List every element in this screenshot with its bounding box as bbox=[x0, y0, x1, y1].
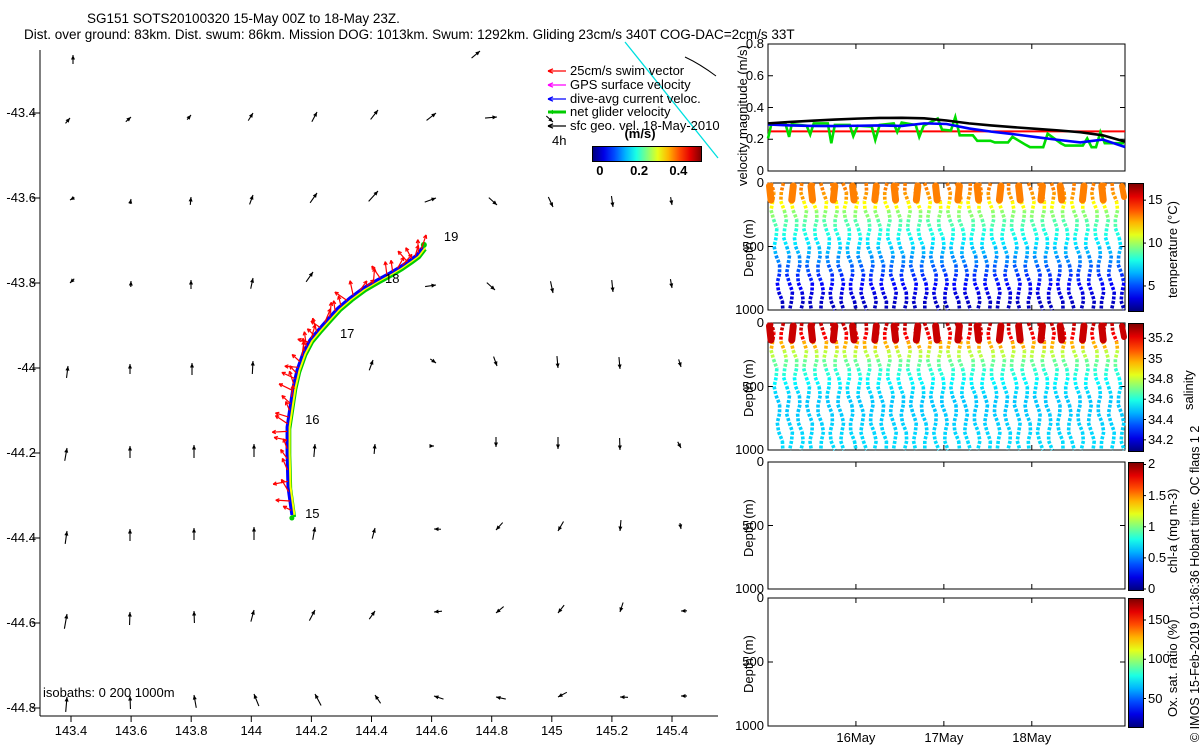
figure-title: SG151 SOTS20100320 15-May 00Z to 18-May … bbox=[87, 11, 400, 26]
map-y-tick-label: -44.4 bbox=[6, 530, 36, 545]
velocity-series bbox=[766, 112, 1126, 149]
velocity-ylabel: velocity magnitude (m/s) bbox=[735, 45, 750, 186]
legend-entry: net glider velocity bbox=[570, 104, 671, 119]
temperature-colorbar-tick: 5 bbox=[1148, 277, 1156, 293]
map-y-tick-label: -43.4 bbox=[6, 105, 36, 120]
salinity-colorbar-tick: 34.8 bbox=[1148, 370, 1174, 386]
depth-ylabel: Depth (m) bbox=[741, 219, 756, 277]
map-x-tick-label: 143.8 bbox=[174, 723, 208, 738]
depth-ylabel: Depth (m) bbox=[741, 635, 756, 693]
track-start-marker bbox=[289, 515, 295, 521]
legend-entry: GPS surface velocity bbox=[570, 77, 691, 92]
oxygen-panel bbox=[767, 597, 1126, 727]
map-x-tick-label: 145.4 bbox=[655, 723, 689, 738]
map-x-tick-label: 143.6 bbox=[114, 723, 148, 738]
salinity-colorbar-tick: 35 bbox=[1148, 350, 1163, 366]
chl-colorbar-tick: 1.5 bbox=[1148, 487, 1167, 503]
seaglider-mission-figure: SG151 SOTS20100320 15-May 00Z to 18-May … bbox=[0, 0, 1200, 750]
velocity-panel bbox=[767, 43, 1126, 172]
track-day-label: 19 bbox=[443, 229, 459, 245]
depth-ylabel: Depth (m) bbox=[741, 359, 756, 417]
map-y-tick-label: -43.8 bbox=[6, 275, 36, 290]
velocity-colorbar-tick: 0 bbox=[596, 163, 604, 178]
oxygen-colorbar-label: Ox. sat. ratio (%) bbox=[1165, 619, 1180, 717]
salinity-colorbar-tick: 34.4 bbox=[1148, 411, 1174, 427]
velocity-colorbar-tick: 0.2 bbox=[630, 163, 649, 178]
salinity-colorbar-tick: 34.2 bbox=[1148, 431, 1174, 447]
net-glider-velocity-trackline bbox=[286, 247, 427, 518]
track-day-label: 16 bbox=[305, 411, 320, 427]
depth-tick-label: 0 bbox=[756, 454, 764, 469]
chl-colorbar-tick: 1 bbox=[1148, 518, 1156, 534]
imos-watermark: © IMOS 15-Feb-2019 01:36:36 Hobart time.… bbox=[1188, 426, 1200, 742]
oxygen-colorbar bbox=[1128, 598, 1144, 728]
map-y-tick-label: -44.2 bbox=[6, 445, 36, 460]
map-y-tick-label: -44.6 bbox=[6, 615, 36, 630]
temperature-colorbar-tick: 15 bbox=[1148, 192, 1163, 208]
depth-ylabel: Depth (m) bbox=[741, 499, 756, 557]
velocity-colorbar-tick: 0.4 bbox=[669, 163, 688, 178]
isobath-contour bbox=[684, 56, 717, 77]
dive-avg-current-trackline bbox=[285, 245, 425, 516]
oxygen-colorbar-tick: 50 bbox=[1148, 690, 1163, 706]
chl-panel bbox=[767, 461, 1126, 590]
map-x-tick-label: 145 bbox=[540, 723, 563, 738]
chl-colorbar-tick: 2 bbox=[1148, 456, 1156, 472]
temperature-colorbar-tick: 10 bbox=[1148, 235, 1163, 251]
depth-tick-label: 0 bbox=[756, 590, 764, 605]
chl-colorbar-tick: 0 bbox=[1148, 581, 1156, 596]
map-x-tick-label: 144.4 bbox=[355, 723, 388, 738]
legend-entry: 25cm/s swim vector bbox=[570, 63, 685, 78]
track-day-label: 18 bbox=[385, 271, 400, 287]
chl-colorbar-label: chl-a (mg m-3) bbox=[1165, 488, 1180, 573]
map-x-tick-label: 144.8 bbox=[475, 723, 508, 738]
salinity-colorbar bbox=[1128, 323, 1144, 452]
chl-colorbar-tick: 0.5 bbox=[1148, 549, 1167, 565]
salinity-colorbar-tick: 34.6 bbox=[1148, 391, 1174, 407]
salinity-colorbar-label: salinity bbox=[1181, 370, 1196, 410]
map-y-tick-label: -44.8 bbox=[6, 700, 36, 715]
velocity-colorbar bbox=[592, 146, 702, 162]
map-y-tick-label: -44 bbox=[17, 360, 36, 375]
time-axis-label: 16May bbox=[836, 730, 876, 745]
depth-tick-label: 0 bbox=[756, 315, 764, 330]
figure-subtitle: Dist. over ground: 83km. Dist. swum: 86k… bbox=[24, 27, 795, 42]
time-axis-label: 18May bbox=[1012, 730, 1052, 745]
dive-avg-current-line bbox=[767, 122, 1126, 149]
map-panel bbox=[32, 41, 719, 722]
map-x-tick-label: 144.6 bbox=[415, 723, 448, 738]
track-day-label: 17 bbox=[339, 326, 355, 341]
map-y-tick-label: -43.6 bbox=[6, 190, 36, 205]
salinity-dive-profiles bbox=[766, 322, 1127, 451]
glider-track bbox=[285, 241, 427, 521]
isobaths-caption: isobaths: 0 200 1000m bbox=[43, 685, 175, 700]
swim-vector-layer bbox=[271, 234, 428, 511]
temperature-colorbar bbox=[1128, 183, 1144, 312]
temperature-colorbar-label: temperature (°C) bbox=[1165, 201, 1180, 298]
map-x-tick-label: 145.2 bbox=[595, 723, 629, 738]
map-x-tick-label: 143.4 bbox=[54, 723, 88, 738]
chl-colorbar bbox=[1128, 462, 1144, 591]
map-x-tick-label: 144 bbox=[240, 723, 263, 738]
legend-scale-label: 4h bbox=[552, 133, 567, 148]
track-day-label: 15 bbox=[305, 506, 320, 522]
velocity-colorbar-title: (m/s) bbox=[624, 126, 656, 141]
gps-surface-trackline bbox=[286, 245, 426, 516]
map-x-tick-label: 144.2 bbox=[295, 723, 328, 738]
temperature-dive-profiles bbox=[766, 182, 1127, 311]
salinity-colorbar-tick: 35.2 bbox=[1148, 330, 1174, 346]
time-axis-label: 17May bbox=[924, 730, 964, 745]
depth-tick-label: 1000 bbox=[735, 718, 764, 733]
